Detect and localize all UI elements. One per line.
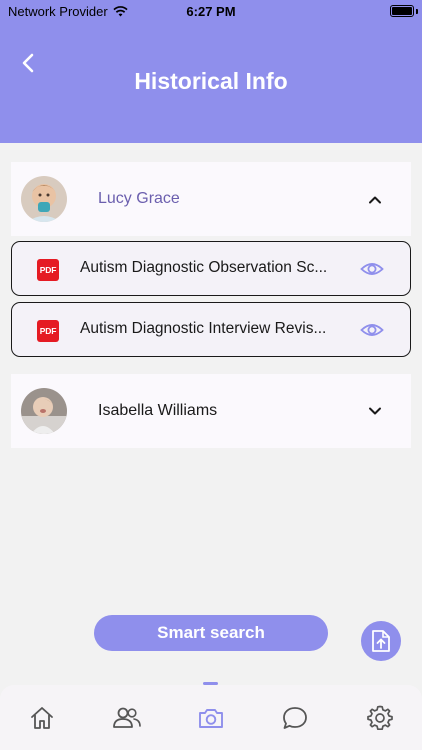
patient-name: Isabella Williams <box>98 402 218 419</box>
patient-card-isabella-williams[interactable]: Isabella Williams <box>11 374 411 448</box>
patient-card-lucy-grace[interactable]: Lucy Grace <box>11 162 411 236</box>
tab-home[interactable] <box>22 703 62 733</box>
header: Network Provider 6:27 PM Historical Info <box>0 0 422 143</box>
gear-icon <box>366 705 393 731</box>
tab-patients[interactable] <box>107 703 147 733</box>
users-icon <box>112 707 141 728</box>
eye-icon <box>360 324 384 336</box>
document-title: Autism Diagnostic Interview Revis... <box>80 320 327 337</box>
home-icon <box>31 707 54 729</box>
tab-chat[interactable] <box>275 703 315 733</box>
status-time: 6:27 PM <box>186 4 236 19</box>
avatar <box>21 388 67 434</box>
avatar <box>21 176 67 222</box>
upload-file-icon <box>372 630 390 652</box>
chat-icon <box>283 707 308 729</box>
patient-name: Lucy Grace <box>98 190 180 207</box>
status-bar: Network Provider 6:27 PM <box>0 0 422 22</box>
chevron-up-icon <box>369 196 381 203</box>
upload-file-button[interactable] <box>361 621 401 661</box>
tab-camera[interactable] <box>191 703 231 733</box>
chevron-down-icon <box>369 407 381 414</box>
tab-bar <box>0 685 422 750</box>
page-title: Historical Info <box>134 68 288 94</box>
document-row[interactable]: PDF Autism Diagnostic Observation Sc... <box>11 241 411 296</box>
battery-icon <box>390 5 414 17</box>
document-row[interactable]: PDF Autism Diagnostic Interview Revis... <box>11 302 411 357</box>
smart-search-button[interactable]: Smart search <box>94 615 328 651</box>
pdf-icon: PDF <box>37 320 59 342</box>
expand-button[interactable] <box>367 403 383 419</box>
view-document-button[interactable] <box>360 319 384 341</box>
document-title: Autism Diagnostic Observation Sc... <box>80 259 328 276</box>
view-document-button[interactable] <box>360 258 384 280</box>
collapse-button[interactable] <box>367 191 383 207</box>
pdf-icon: PDF <box>37 259 59 281</box>
eye-icon <box>360 263 384 275</box>
camera-icon <box>199 709 223 728</box>
tab-settings[interactable] <box>360 703 400 733</box>
